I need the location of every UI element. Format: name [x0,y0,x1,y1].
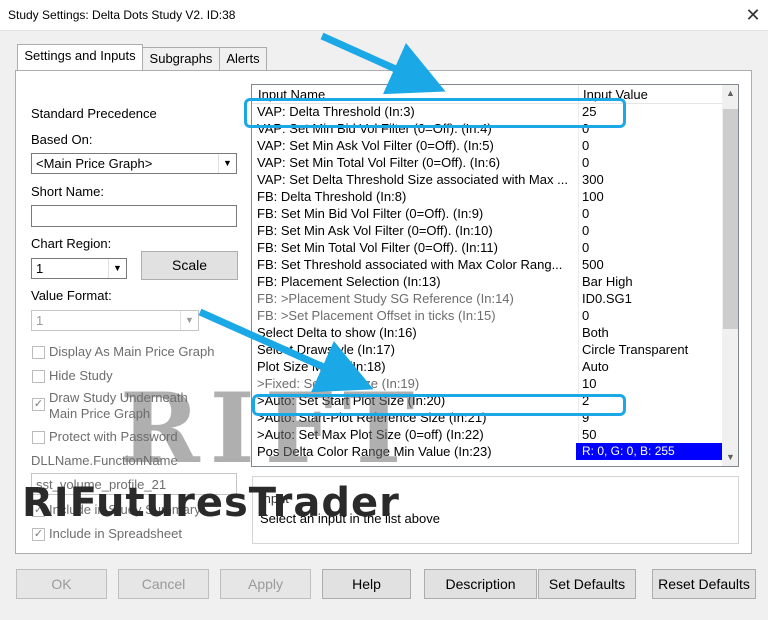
watermark-brand: RIFuturesTrader [22,480,400,526]
arrow-to-start-plot-size [198,308,374,393]
annotation-arrows [198,32,446,393]
arrow-to-delta-threshold [320,32,446,95]
